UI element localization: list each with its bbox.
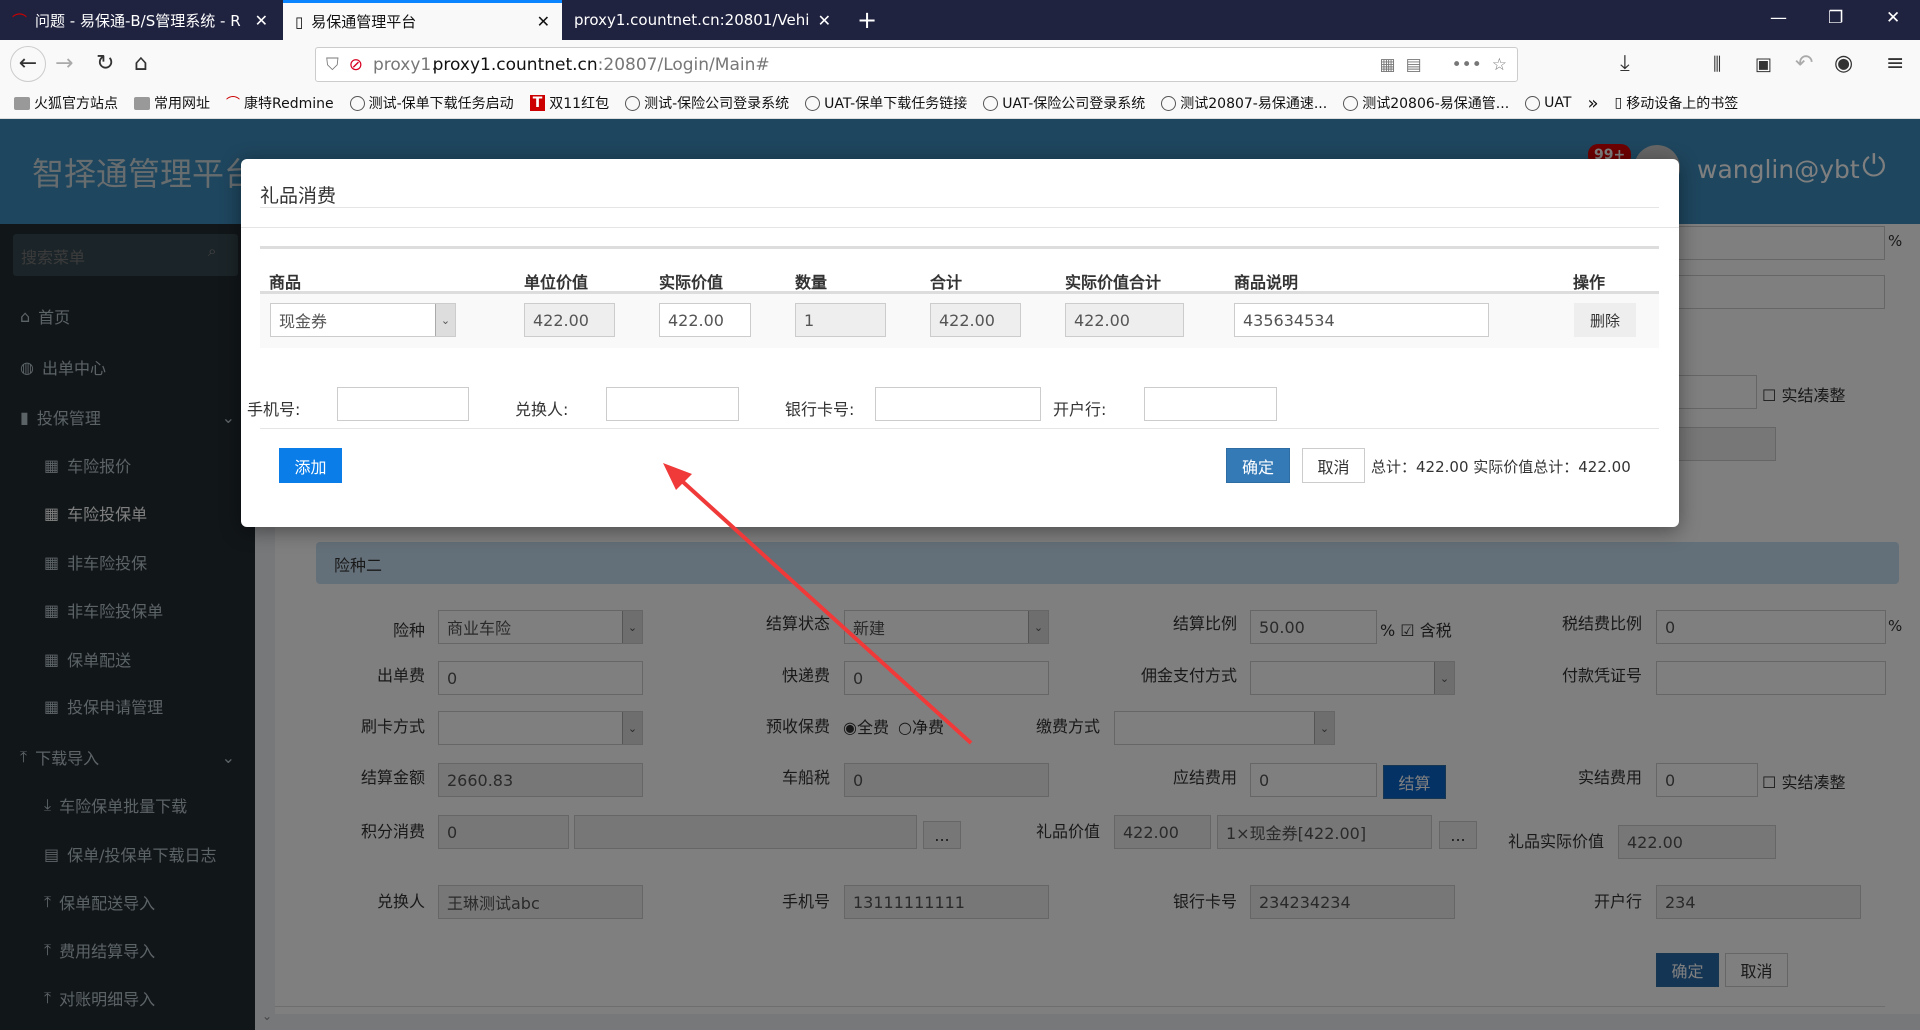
arrow-shaft: [670, 470, 973, 745]
annotation-arrow: [663, 463, 973, 745]
